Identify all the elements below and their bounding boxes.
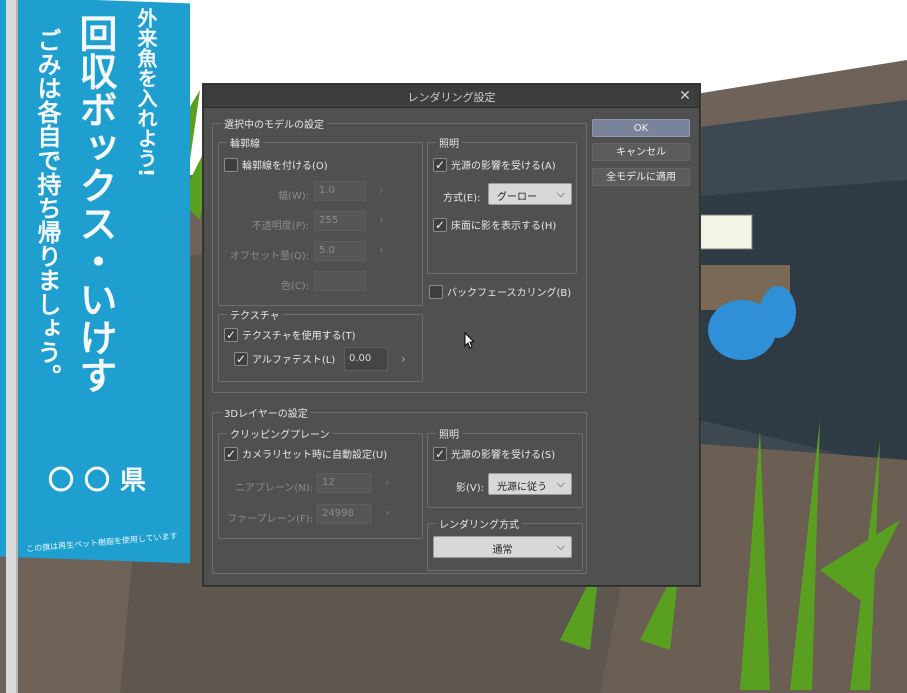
- near-chevron-icon[interactable]: ›: [385, 475, 390, 489]
- width-chevron-icon[interactable]: ›: [379, 183, 384, 197]
- floor-shadow-label: 床面に影を表示する(H): [451, 221, 557, 232]
- checkmark-icon[interactable]: ✓: [224, 446, 238, 461]
- alpha-test-label: アルファテスト(L): [252, 355, 336, 366]
- far-plane-field[interactable]: 24998: [317, 504, 371, 524]
- layer-settings-group: 3Dレイヤーの設定 クリッピングプレーン ✓ カメラリセット時に自動設定(U) …: [212, 405, 587, 574]
- banner-text-line4: 〇〇県: [48, 466, 157, 496]
- shadow-mode-value: 光源に従う: [497, 482, 547, 493]
- backface-culling-checkbox[interactable]: バックフェースカリング(B): [429, 284, 571, 299]
- render-method-label: レンダリング方式: [436, 516, 522, 531]
- offset-chevron-icon[interactable]: ›: [379, 243, 384, 257]
- near-plane-field[interactable]: 12: [317, 473, 371, 493]
- backface-culling-label: バックフェースカリング(B): [447, 288, 572, 299]
- render-method-group: レンダリング方式 通常 ⌵: [427, 516, 583, 571]
- checkmark-icon[interactable]: ✓: [433, 157, 447, 172]
- color-label: 色(C):: [280, 281, 309, 292]
- method-label-row: 方式(E):: [443, 189, 481, 204]
- cancel-button[interactable]: キャンセル: [592, 143, 690, 161]
- opacity-label-row: 不透明度(P):: [229, 217, 309, 232]
- shadow-label-row: 影(V):: [456, 479, 484, 494]
- chevron-down-icon: ⌵: [556, 540, 565, 553]
- outline-enable-checkbox[interactable]: 輪郭線を付ける(O): [224, 157, 328, 172]
- banner-text-line3: ごみは各自で持ち帰りましょう。: [33, 28, 61, 388]
- checkbox-icon[interactable]: [224, 157, 238, 172]
- layer-lighting-group: 照明 ✓ 光源の影響を受ける(S) 影(V): 光源に従う ⌵: [427, 426, 583, 508]
- auto-clip-label: カメラリセット時に自動設定(U): [242, 450, 388, 461]
- shading-method-value: グーロー: [497, 192, 537, 203]
- far-label-row: ファープレーン(F):: [219, 510, 313, 525]
- model-settings-label: 選択中のモデルの設定: [221, 116, 327, 131]
- texture-label: テクスチャ: [227, 307, 283, 322]
- close-icon[interactable]: ✕: [677, 88, 693, 104]
- near-plane-label: ニアプレーン(N):: [234, 483, 313, 494]
- near-label-row: ニアプレーン(N):: [219, 479, 313, 494]
- layer-settings-label: 3Dレイヤーの設定: [221, 405, 311, 420]
- model-light-receive-checkbox[interactable]: ✓ 光源の影響を受ける(A): [433, 157, 556, 172]
- layer-lighting-label: 照明: [436, 426, 462, 441]
- clipping-plane-label: クリッピングプレーン: [227, 426, 333, 441]
- outline-enable-label: 輪郭線を付ける(O): [242, 161, 328, 172]
- outline-group: 輪郭線 輪郭線を付ける(O) 幅(W): 1.0 › 不透明度(P): 255 …: [218, 135, 423, 306]
- shadow-mode-select[interactable]: 光源に従う ⌵: [488, 473, 572, 495]
- offset-label-row: オフセット量(Q):: [219, 247, 309, 262]
- dialog-title: レンダリング設定: [407, 91, 496, 104]
- texture-group: テクスチャ ✓ テクスチャを使用する(T) ✓ アルファテスト(L) 0.00 …: [218, 307, 423, 382]
- auto-clip-checkbox[interactable]: ✓ カメラリセット時に自動設定(U): [224, 446, 387, 461]
- offset-label: オフセット量(Q):: [229, 251, 309, 262]
- checkmark-icon[interactable]: ✓: [234, 351, 248, 366]
- alpha-test-checkbox[interactable]: ✓ アルファテスト(L): [234, 351, 335, 366]
- render-method-value: 通常: [492, 545, 513, 556]
- alpha-chevron-icon[interactable]: ›: [401, 352, 406, 366]
- alpha-test-field[interactable]: 0.00: [344, 347, 388, 371]
- shadow-label: 影(V):: [456, 483, 485, 494]
- chevron-down-icon: ⌵: [556, 187, 565, 200]
- render-method-select[interactable]: 通常 ⌵: [433, 536, 572, 558]
- checkbox-icon[interactable]: [429, 284, 443, 299]
- use-texture-checkbox[interactable]: ✓ テクスチャを使用する(T): [224, 327, 356, 342]
- floor-shadow-checkbox[interactable]: ✓ 床面に影を表示する(H): [433, 217, 556, 232]
- model-settings-group: 選択中のモデルの設定 輪郭線 輪郭線を付ける(O) 幅(W): 1.0 › 不透…: [212, 116, 587, 393]
- clipping-plane-group: クリッピングプレーン ✓ カメラリセット時に自動設定(U) ニアプレーン(N):…: [218, 426, 423, 539]
- use-texture-label: テクスチャを使用する(T): [242, 331, 356, 342]
- chevron-down-icon: ⌵: [556, 477, 565, 490]
- width-label-row: 幅(W):: [269, 187, 309, 202]
- outline-label: 輪郭線: [227, 135, 263, 150]
- apply-all-models-button[interactable]: 全モデルに適用: [592, 168, 690, 186]
- mouse-cursor-icon: [464, 332, 474, 349]
- color-swatch[interactable]: [314, 271, 366, 291]
- banner-text-line1: 外来魚を入れよう!: [134, 8, 158, 178]
- banner-pole: [6, 0, 18, 693]
- far-plane-label: ファープレーン(F):: [227, 514, 313, 525]
- checkmark-icon[interactable]: ✓: [433, 446, 447, 461]
- rendering-settings-dialog: レンダリング設定 ✕ OK キャンセル 全モデルに適用 選択中のモデルの設定 輪…: [203, 84, 700, 586]
- model-light-receive-label: 光源の影響を受ける(A): [451, 161, 556, 172]
- opacity-chevron-icon[interactable]: ›: [379, 213, 384, 227]
- method-label: 方式(E):: [443, 193, 481, 204]
- shading-method-select[interactable]: グーロー ⌵: [488, 183, 572, 205]
- width-label: 幅(W):: [277, 191, 309, 202]
- width-field[interactable]: 1.0: [314, 181, 366, 201]
- checkmark-icon[interactable]: ✓: [433, 217, 447, 232]
- offset-field[interactable]: 5.0: [314, 241, 366, 261]
- layer-light-receive-label: 光源の影響を受ける(S): [451, 450, 556, 461]
- ok-button[interactable]: OK: [592, 119, 690, 137]
- model-lighting-label: 照明: [436, 135, 462, 150]
- color-label-row: 色(C):: [269, 277, 309, 292]
- dialog-titlebar[interactable]: レンダリング設定 ✕: [204, 85, 699, 108]
- layer-light-receive-checkbox[interactable]: ✓ 光源の影響を受ける(S): [433, 446, 555, 461]
- opacity-label: 不透明度(P):: [251, 221, 309, 232]
- model-lighting-group: 照明 ✓ 光源の影響を受ける(A) 方式(E): グーロー ⌵ ✓ 床面に影を表…: [427, 135, 577, 274]
- opacity-field[interactable]: 255: [314, 211, 366, 231]
- banner-text-line2: 回収ボックス・いけす: [73, 14, 117, 394]
- far-chevron-icon[interactable]: ›: [385, 506, 390, 520]
- checkmark-icon[interactable]: ✓: [224, 327, 238, 342]
